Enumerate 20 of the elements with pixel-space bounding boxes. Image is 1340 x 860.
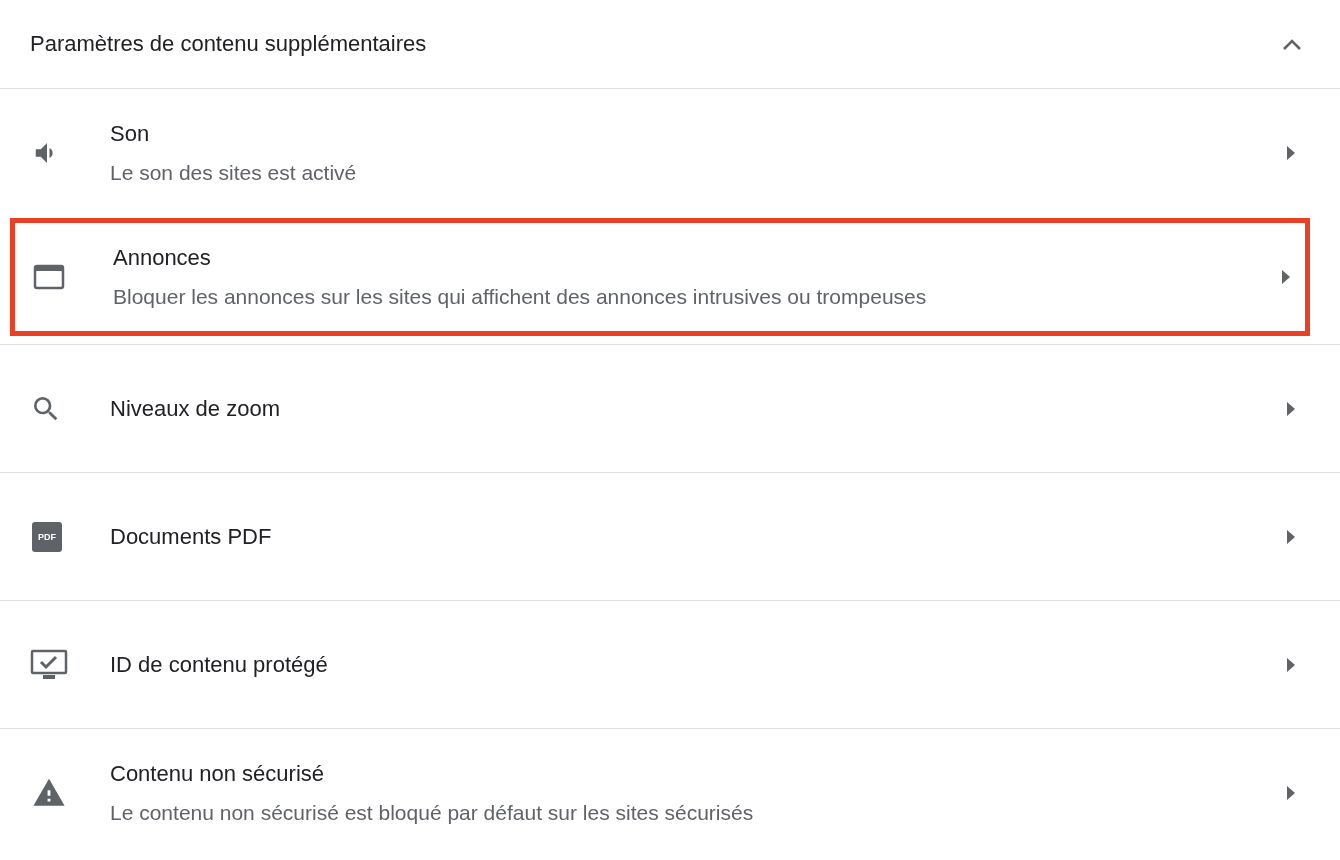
arrow-right-icon[interactable] [1286, 528, 1296, 545]
window-icon [33, 264, 65, 290]
setting-title[interactable]: Contenu non sécurisé [110, 760, 1286, 787]
setting-title[interactable]: Niveaux de zoom [110, 395, 1286, 422]
setting-description: Le son des sites est activé [110, 160, 358, 185]
monitor-check-icon [30, 648, 68, 681]
setting-title[interactable]: Documents PDF [110, 523, 1286, 550]
arrow-right-icon[interactable] [1286, 400, 1296, 417]
setting-title[interactable]: Annonces [113, 245, 1281, 271]
setting-description: Le contenu non sécurisé est bloqué par défaut sur les sites sécurisés [110, 800, 755, 825]
arrow-right-icon[interactable] [1281, 269, 1291, 285]
setting-title[interactable]: Son [110, 120, 1286, 147]
pdf-icon: PDF [32, 521, 62, 552]
setting-description: Bloquer les annonces sur les sites qui affichent des annonces intrusives ou trompeuses [113, 285, 928, 309]
setting-title[interactable]: ID de contenu protégé [110, 651, 1286, 678]
arrow-right-icon[interactable] [1286, 784, 1296, 801]
arrow-right-icon[interactable] [1286, 144, 1296, 161]
arrow-right-icon[interactable] [1286, 656, 1296, 673]
section-title: Paramètres de contenu supplémentaires [30, 31, 427, 57]
chevron-up-icon[interactable] [1282, 38, 1302, 50]
